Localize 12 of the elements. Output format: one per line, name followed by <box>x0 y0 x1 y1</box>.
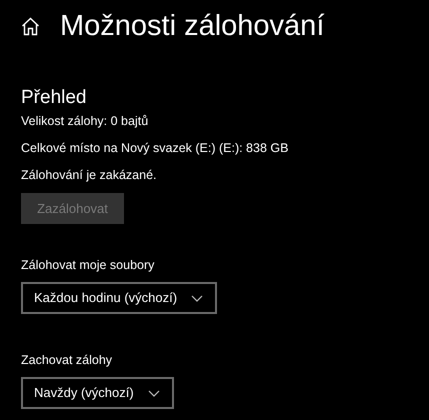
home-icon[interactable] <box>21 16 40 36</box>
info-text: Celkové místo na Nový svazek (E:) (E:): 838 GB <box>21 140 290 156</box>
chevron-down-icon <box>191 294 204 302</box>
dropdown[interactable]: Každou hodinu (výchozí) <box>21 282 218 314</box>
chevron-down-icon <box>148 390 160 396</box>
section-heading: Přehled <box>21 88 88 107</box>
field-label: Zachovat zálohy <box>21 352 114 368</box>
info-text: Velikost zálohy: 0 bajtů <box>21 113 150 129</box>
dropdown[interactable]: Navždy (výchozí) <box>21 377 174 409</box>
field-label: Zálohovat moje soubory <box>21 257 156 273</box>
info-text: Zálohování je zakázané. <box>21 167 158 183</box>
page-title: Možnosti zálohování <box>60 12 324 40</box>
